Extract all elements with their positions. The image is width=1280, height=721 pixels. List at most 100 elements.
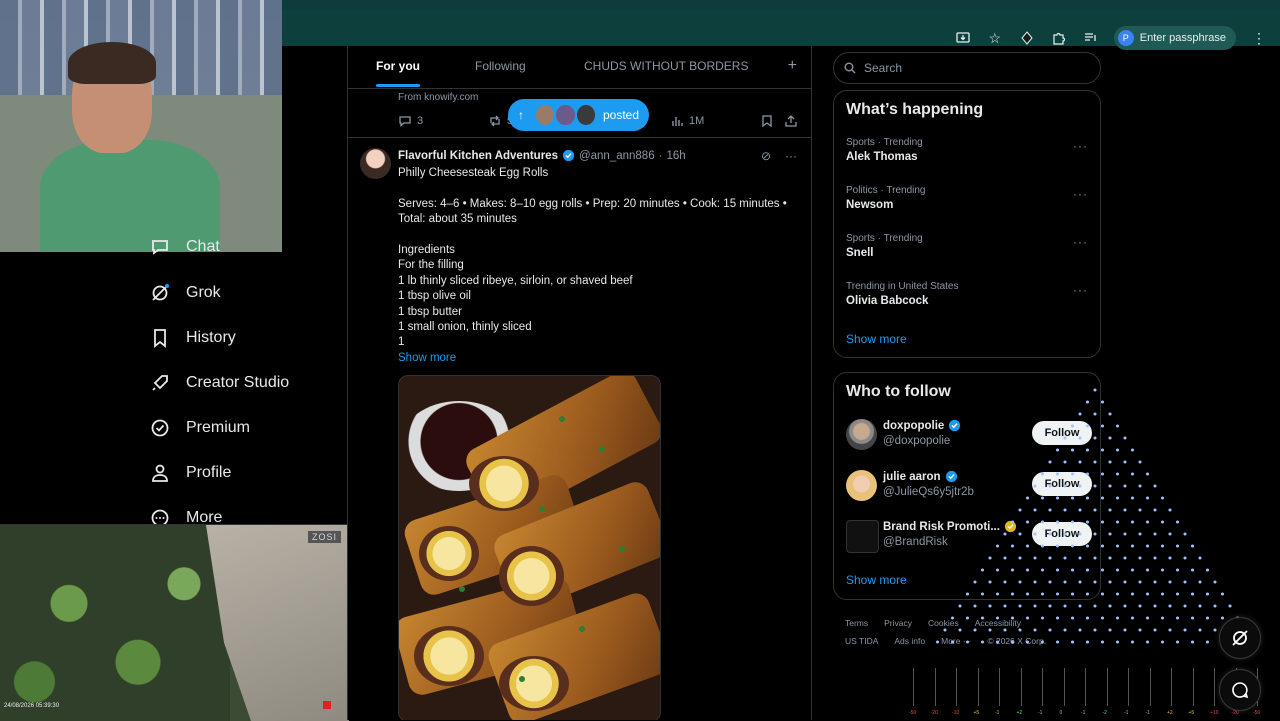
kebab-menu-icon[interactable]: ⋮ xyxy=(1250,29,1268,47)
pyramid-dot xyxy=(1063,484,1067,488)
pyramid-dot xyxy=(1221,616,1224,620)
pyramid-dot xyxy=(1003,604,1007,608)
promoted-source[interactable]: From knowify.com xyxy=(398,92,478,103)
sidebar-item-creator-studio[interactable]: Creator Studio xyxy=(150,373,289,393)
pyramid-dot xyxy=(1086,640,1089,644)
sidebar-item-premium[interactable]: Premium xyxy=(150,418,250,438)
pyramid-dot xyxy=(1093,484,1097,488)
reply-button[interactable]: 3 xyxy=(398,114,423,128)
grok-floating-button[interactable] xyxy=(1219,617,1261,659)
sidebar-item-profile[interactable]: Profile xyxy=(150,463,231,483)
pyramid-dot xyxy=(1086,496,1089,500)
trend-more-icon[interactable]: ··· xyxy=(1073,187,1088,201)
pyramid-dot xyxy=(1183,628,1187,632)
tweet-author-avatar[interactable] xyxy=(360,148,391,179)
footer-link[interactable]: Ads info xyxy=(894,636,925,646)
avatar[interactable] xyxy=(846,470,877,501)
follow-show-more[interactable]: Show more xyxy=(846,573,907,587)
meter-label: -50 xyxy=(1253,710,1261,716)
pyramid-dot xyxy=(996,592,999,596)
trend-name: Olivia Babcock xyxy=(846,295,929,307)
tweet-time[interactable]: 16h xyxy=(666,150,685,162)
meter-bar xyxy=(1149,668,1151,706)
trend-more-icon[interactable]: ··· xyxy=(1073,235,1088,249)
trend-meta: Sports · Trending xyxy=(846,137,923,148)
pyramid-dot xyxy=(1146,520,1149,524)
add-tab-icon[interactable]: + xyxy=(788,57,797,75)
pyramid-dot xyxy=(1138,628,1142,632)
pyramid-dot xyxy=(1003,628,1007,632)
bookmark-star-icon[interactable]: ☆ xyxy=(986,29,1004,47)
share-icon xyxy=(785,115,797,127)
tweet-media-image[interactable] xyxy=(398,375,661,720)
pyramid-dot xyxy=(1116,544,1119,548)
tweet-author-handle[interactable]: @ann_ann886 xyxy=(579,150,655,162)
more-options-icon[interactable]: ··· xyxy=(785,149,797,163)
trends-show-more[interactable]: Show more xyxy=(846,332,907,346)
pyramid-dot xyxy=(1131,544,1134,548)
pyramid-dot xyxy=(1161,544,1164,548)
pyramid-dot xyxy=(1116,640,1119,644)
install-icon[interactable] xyxy=(954,29,972,47)
pyramid-dot xyxy=(936,640,939,644)
pyramid-dot xyxy=(1026,616,1029,620)
pyramid-dot xyxy=(1146,592,1149,596)
pyramid-dot xyxy=(958,628,962,632)
messages-floating-button[interactable] xyxy=(1219,669,1261,711)
trend-item[interactable]: Trending in United States Olivia Babcock xyxy=(846,281,958,307)
meter-bar xyxy=(1214,668,1215,706)
pyramid-dot xyxy=(1071,520,1074,524)
trend-item[interactable]: Sports · Trending Alek Thomas xyxy=(846,137,923,163)
passphrase-button[interactable]: P Enter passphrase xyxy=(1113,26,1236,50)
pyramid-dot xyxy=(1183,532,1187,536)
footer-link[interactable]: Privacy xyxy=(884,618,912,628)
pyramid-dot xyxy=(1048,532,1052,536)
tab-chuds-without-borders[interactable]: CHUDS WITHOUT BORDERS xyxy=(584,59,748,73)
meter-label: +2 xyxy=(1016,710,1023,716)
share-button[interactable] xyxy=(784,114,798,128)
footer-link[interactable]: US TIDA xyxy=(845,636,878,646)
show-more-link[interactable]: Show more xyxy=(398,351,798,366)
puzzle-icon[interactable] xyxy=(1050,29,1068,47)
pyramid-dot xyxy=(1191,592,1194,596)
pyramid-dot xyxy=(1056,544,1059,548)
roll-filling xyxy=(469,456,539,511)
trend-more-icon[interactable]: ··· xyxy=(1073,283,1088,297)
media-control-icon[interactable] xyxy=(1082,29,1100,47)
avatar[interactable] xyxy=(846,419,877,450)
pyramid-dot xyxy=(1153,508,1157,512)
pyramid-dot xyxy=(1123,580,1127,584)
pyramid-dot xyxy=(1078,412,1082,416)
grok-explain-icon[interactable]: ⊘ xyxy=(761,149,771,163)
pyramid-dot xyxy=(1056,640,1059,644)
trend-item[interactable]: Sports · Trending Snell xyxy=(846,233,923,259)
tab-for-you[interactable]: For you xyxy=(376,59,420,73)
pyramid-dot xyxy=(1026,640,1029,644)
trend-more-icon[interactable]: ··· xyxy=(1073,139,1088,153)
sidebar-item-grok[interactable]: Grok xyxy=(150,283,221,303)
pyramid-dot xyxy=(958,604,962,608)
views-button[interactable]: 1M xyxy=(670,114,704,128)
meter-bar xyxy=(999,668,1000,706)
meter-label: +10 xyxy=(1210,710,1219,716)
pyramid-dot xyxy=(1093,556,1097,560)
pyramid-dot xyxy=(1041,592,1044,596)
search-input[interactable]: Search xyxy=(833,52,1101,84)
pyramid-dot xyxy=(1146,568,1149,572)
pyramid-dot xyxy=(1086,616,1089,620)
tweet-author-name[interactable]: Flavorful Kitchen Adventures xyxy=(398,150,558,162)
footer-link[interactable]: Terms xyxy=(845,618,868,628)
tab-following[interactable]: Following xyxy=(475,59,526,73)
pyramid-dot xyxy=(1138,508,1142,512)
trend-item[interactable]: Politics · Trending Newsom xyxy=(846,185,925,211)
pyramid-dot xyxy=(1071,568,1074,572)
bookmark-icon xyxy=(762,115,772,128)
pyramid-dot xyxy=(981,568,984,572)
extension-icon[interactable] xyxy=(1018,29,1036,47)
new-posts-pill[interactable]: ↑ posted xyxy=(508,99,649,131)
sidebar-item-chat[interactable]: Chat xyxy=(150,237,220,257)
bookmark-button[interactable] xyxy=(760,114,774,128)
sidebar-item-history[interactable]: History xyxy=(150,328,236,348)
pyramid-dot xyxy=(1198,580,1202,584)
avatar[interactable] xyxy=(846,520,879,553)
